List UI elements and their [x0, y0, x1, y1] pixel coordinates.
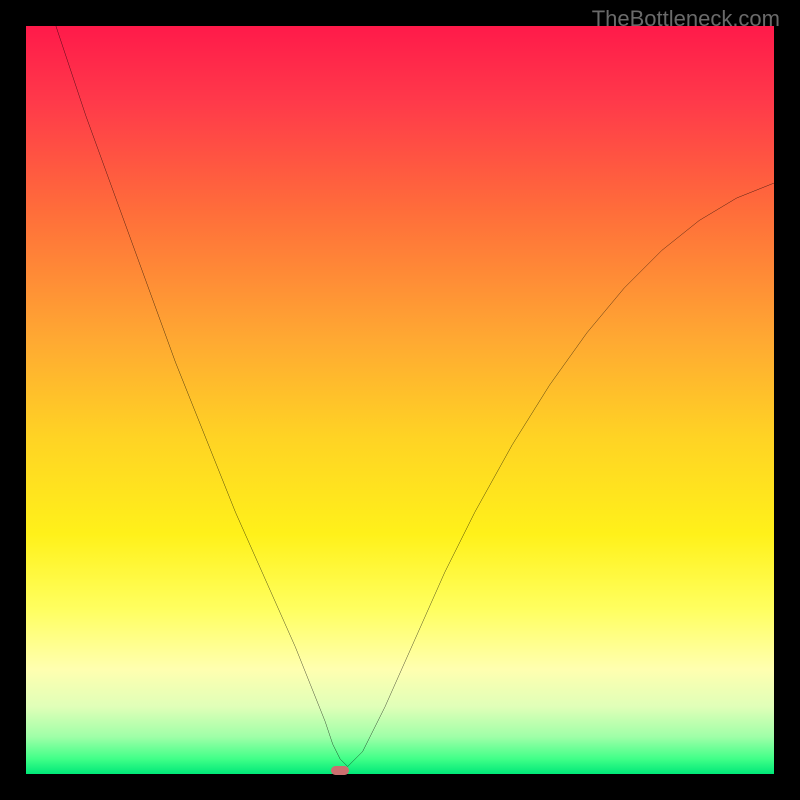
optimum-marker	[331, 766, 349, 775]
chart-area	[26, 26, 774, 774]
bottleneck-curve	[26, 26, 774, 774]
watermark-text: TheBottleneck.com	[592, 6, 780, 32]
